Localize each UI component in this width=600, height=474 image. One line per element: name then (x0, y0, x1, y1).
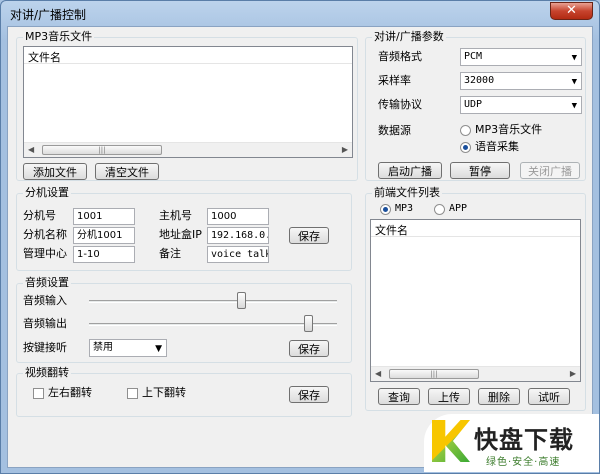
mp3-file-list-header[interactable]: 文件名 (24, 47, 352, 64)
sample-rate-select[interactable]: 32000 ▼ (460, 72, 582, 90)
audio-input-label: 音频输入 (23, 294, 67, 307)
frontend-files-group: 前端文件列表 MP3 APP 文件名 ◀ ||| ▶ 查询 上传 删除 试听 (365, 186, 586, 411)
audio-format-label: 音频格式 (378, 50, 422, 63)
flip-horizontal-checkbox[interactable] (33, 388, 44, 399)
ext-number-label: 分机号 (23, 209, 56, 222)
note-field[interactable]: voice talk (207, 246, 269, 263)
start-broadcast-button[interactable]: 启动广播 (378, 162, 442, 179)
flip-horizontal-label[interactable]: 左右翻转 (48, 386, 92, 400)
query-button[interactable]: 查询 (378, 388, 420, 405)
note-label: 备注 (159, 247, 181, 260)
listen-button[interactable]: 试听 (528, 388, 570, 405)
video-flip-group-title: 视频翻转 (23, 366, 71, 380)
frontend-file-list-scrollbar[interactable]: ◀ ||| ▶ (371, 366, 580, 381)
extension-save-button[interactable]: 保存 (289, 227, 329, 244)
audio-input-track[interactable] (89, 300, 337, 303)
video-save-button[interactable]: 保存 (289, 386, 329, 403)
chevron-down-icon: ▼ (571, 101, 577, 111)
mp3-file-list-scrollbar[interactable]: ◀ ||| ▶ (24, 142, 352, 157)
frontend-file-list-header[interactable]: 文件名 (371, 220, 580, 237)
close-icon: ✕ (566, 3, 577, 18)
ext-number-field[interactable]: 1001 (73, 208, 135, 225)
audio-settings-group-title: 音频设置 (23, 276, 71, 290)
k-logo-icon (432, 420, 470, 462)
frontend-files-group-title: 前端文件列表 (372, 186, 442, 200)
source-mp3-radio[interactable] (460, 125, 471, 136)
ip-field[interactable]: 192.168.0.1 (207, 227, 269, 244)
video-flip-group: 视频翻转 左右翻转 上下翻转 保存 (16, 366, 352, 417)
audio-format-value: PCM (464, 51, 483, 62)
flip-vertical-checkbox[interactable] (127, 388, 138, 399)
source-voice-radio[interactable] (460, 142, 471, 153)
audio-settings-group: 音频设置 音频输入 音频输出 按键接听 禁用 ▼ 保存 (16, 276, 352, 363)
sample-rate-value: 32000 (464, 75, 495, 86)
clear-files-button[interactable]: 清空文件 (95, 163, 159, 180)
host-number-label: 主机号 (159, 209, 192, 222)
watermark-logo: 快盘下载 绿色·安全·高速 (424, 414, 599, 472)
audio-output-slider[interactable] (304, 315, 314, 332)
ext-name-label: 分机名称 (23, 228, 67, 241)
pause-button[interactable]: 暂停 (450, 162, 510, 179)
mp3-files-group: MP3音乐文件 文件名 ◀ ||| ▶ 添加文件 清空文件 (16, 30, 358, 181)
sample-rate-label: 采样率 (378, 74, 411, 87)
audio-save-button[interactable]: 保存 (289, 340, 329, 357)
window-title: 对讲/广播控制 (10, 8, 87, 22)
delete-button[interactable]: 删除 (478, 388, 520, 405)
protocol-select[interactable]: UDP ▼ (460, 96, 582, 114)
key-answer-value: 禁用 (93, 342, 113, 353)
scrollbar-thumb[interactable]: ||| (42, 145, 162, 155)
key-answer-label: 按键接听 (23, 341, 67, 354)
ext-name-field[interactable]: 分机1001 (73, 227, 135, 244)
protocol-label: 传输协议 (378, 98, 422, 111)
audio-input-slider[interactable] (237, 292, 247, 309)
chevron-down-icon: ▼ (571, 77, 577, 87)
scroll-left-icon[interactable]: ◀ (375, 369, 381, 378)
broadcast-params-group: 对讲/广播参数 音频格式 PCM ▼ 采样率 32000 ▼ 传输协议 UDP … (365, 30, 586, 181)
type-mp3-radio[interactable] (380, 204, 391, 215)
upload-button[interactable]: 上传 (428, 388, 470, 405)
host-number-field[interactable]: 1000 (207, 208, 269, 225)
source-voice-label[interactable]: 语音采集 (475, 140, 519, 154)
ip-label: 地址盒IP (159, 228, 202, 241)
client-area: MP3音乐文件 文件名 ◀ ||| ▶ 添加文件 清空文件 对讲/广播参数 音频… (7, 26, 593, 468)
type-app-radio[interactable] (434, 204, 445, 215)
flip-vertical-label[interactable]: 上下翻转 (142, 386, 186, 400)
chevron-down-icon: ▼ (571, 53, 577, 63)
frontend-file-list[interactable]: 文件名 ◀ ||| ▶ (370, 219, 581, 382)
mp3-files-group-title: MP3音乐文件 (23, 30, 95, 44)
add-file-button[interactable]: 添加文件 (23, 163, 87, 180)
scroll-left-icon[interactable]: ◀ (28, 145, 34, 154)
title-bar: 对讲/广播控制 ✕ (1, 1, 599, 25)
chevron-down-icon: ▼ (155, 344, 162, 354)
scroll-right-icon[interactable]: ▶ (570, 369, 576, 378)
center-field[interactable]: 1-10 (73, 246, 135, 263)
key-answer-select[interactable]: 禁用 ▼ (89, 339, 167, 357)
protocol-value: UDP (464, 99, 483, 110)
extension-settings-group: 分机设置 分机号 1001 主机号 1000 分机名称 分机1001 地址盒IP… (16, 186, 352, 271)
audio-output-track[interactable] (89, 323, 337, 326)
stop-broadcast-button[interactable]: 关闭广播 (520, 162, 580, 179)
watermark-title: 快盘下载 (474, 426, 574, 454)
type-app-label[interactable]: APP (449, 202, 467, 216)
scroll-right-icon[interactable]: ▶ (342, 145, 348, 154)
source-mp3-label[interactable]: MP3音乐文件 (475, 123, 542, 137)
close-button[interactable]: ✕ (550, 2, 593, 20)
audio-output-label: 音频输出 (23, 317, 67, 330)
broadcast-params-group-title: 对讲/广播参数 (372, 30, 446, 44)
watermark-tagline: 绿色·安全·高速 (486, 457, 561, 468)
scrollbar-thumb[interactable]: ||| (389, 369, 479, 379)
mp3-file-list[interactable]: 文件名 ◀ ||| ▶ (23, 46, 353, 158)
type-mp3-label[interactable]: MP3 (395, 202, 413, 216)
audio-format-select[interactable]: PCM ▼ (460, 48, 582, 66)
center-label: 管理中心 (23, 247, 67, 260)
data-source-label: 数据源 (378, 124, 411, 137)
app-window: 对讲/广播控制 ✕ MP3音乐文件 文件名 ◀ ||| ▶ 添加文件 清空文件 … (0, 0, 600, 474)
extension-settings-group-title: 分机设置 (23, 186, 71, 200)
